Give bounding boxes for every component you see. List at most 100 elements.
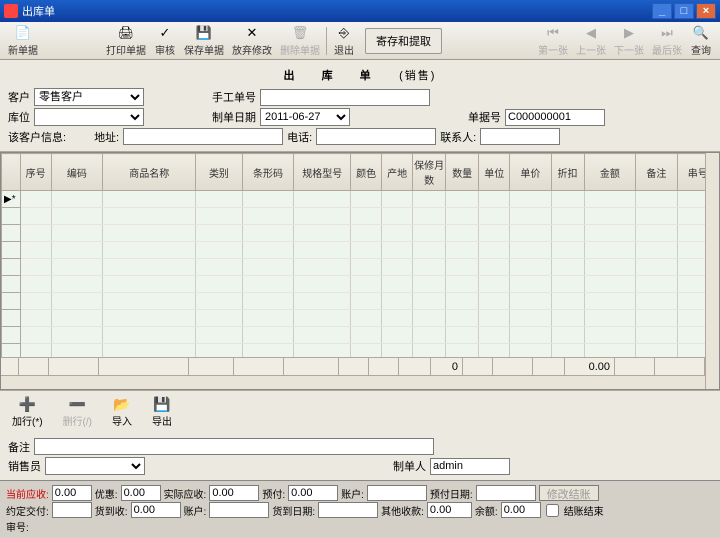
prepaydate-label: 预付日期: [430,486,473,501]
disc-label: 优惠: [95,486,118,501]
date-input[interactable]: 2011-06-27 [260,108,350,126]
other-input[interactable] [427,502,472,518]
plus-icon: ➕ [19,396,36,413]
recv-input[interactable] [131,502,181,518]
print-button[interactable]: 🖨打印单据 [102,23,150,59]
del-row-button[interactable]: ➖删行(/) [57,394,98,430]
next-button[interactable]: ▶下一张 [610,23,648,59]
bal-input[interactable] [501,502,541,518]
first-icon: ⏮ [545,25,561,41]
settle-label: 结账结束 [564,503,604,518]
settle-checkbox[interactable] [546,504,559,517]
add-row-button[interactable]: ➕加行(*) [6,394,49,430]
bal-label: 余额: [475,503,498,518]
sum-qty: 0 [431,358,463,375]
h-scrollbar[interactable] [1,375,705,389]
window-title: 出库单 [22,3,55,19]
warehouse-select[interactable] [34,108,144,126]
modify-settle-button[interactable]: 修改结账 [539,485,599,501]
delete-icon: 🗑 [292,25,308,41]
contact-input[interactable] [480,128,560,145]
table-row[interactable] [2,327,719,344]
addr-input[interactable] [123,128,283,145]
grid-summary: 0 0.00 [1,357,705,375]
minimize-button[interactable]: _ [652,3,672,19]
curr-input[interactable] [52,485,92,501]
prev-icon: ◀ [583,25,599,41]
sales-label: 销售员 [8,458,41,474]
disk-icon: 💾 [153,396,170,413]
delete-button[interactable]: 🗑删除单据 [276,23,324,59]
export-button[interactable]: 💾导出 [146,394,178,430]
audit-button[interactable]: ✓审核 [150,23,180,59]
last-icon: ⏭ [659,25,675,41]
last-button[interactable]: ⏭最后张 [648,23,686,59]
tel-input[interactable] [316,128,436,145]
docno-input[interactable] [505,109,605,126]
save-button[interactable]: 💾保存单据 [180,23,228,59]
close-button[interactable]: × [696,3,716,19]
data-grid[interactable]: 序号编码商品名称类别条形码规格型号颜色产地保修月数数量单位单价折扣金额备注串号 … [0,152,720,390]
table-row[interactable] [2,259,719,276]
footer: 当前应收: 优惠: 实际应收: 预付: 账户: 预付日期: 修改结账 约定交付:… [0,480,720,538]
table-row[interactable] [2,242,719,259]
import-button[interactable]: 📂导入 [106,394,138,430]
exit-icon: ⎆ [336,25,352,41]
table-row[interactable] [2,310,719,327]
acct-input[interactable] [367,485,427,501]
manualno-input[interactable] [260,89,430,106]
acct-label: 账户: [341,486,364,501]
agree-input[interactable] [52,502,92,518]
form-header: 出 库 单 (销售) 客户 零售客户 手工单号 库位 制单日期 2011-06-… [0,60,720,152]
maker-input[interactable] [430,458,510,475]
save-fetch-button[interactable]: 寄存和提取 [365,28,442,54]
curr-label: 当前应收: [6,486,49,501]
manualno-label: 手工单号 [212,89,256,105]
main-toolbar: 📄新单据 🖨打印单据 ✓审核 💾保存单据 ✕放弃修改 🗑删除单据 ⎆退出 寄存和… [0,22,720,60]
table-row[interactable] [2,225,719,242]
actual-input[interactable] [209,485,259,501]
prepaydate-input[interactable] [476,485,536,501]
table-row[interactable] [2,208,719,225]
warehouse-label: 库位 [8,109,30,125]
discard-button[interactable]: ✕放弃修改 [228,23,276,59]
prepay-label: 预付: [262,486,285,501]
app-icon [4,4,18,18]
table-row[interactable] [2,293,719,310]
v-scrollbar[interactable] [705,153,719,389]
search-button[interactable]: 🔍查询 [686,23,716,59]
next-icon: ▶ [621,25,637,41]
save-icon: 💾 [196,25,212,41]
new-icon: 📄 [15,25,31,41]
actual-label: 实际应收: [164,486,207,501]
customer-select[interactable]: 零售客户 [34,88,144,106]
agree-label: 约定交付: [6,503,49,518]
first-button[interactable]: ⏮第一张 [534,23,572,59]
table-row[interactable] [2,276,719,293]
recvdate-input[interactable] [318,502,378,518]
acct2-input[interactable] [209,502,269,518]
maximize-button[interactable]: □ [674,3,694,19]
remark-input[interactable] [34,438,434,455]
disc-input[interactable] [121,485,161,501]
addr-label: 地址: [94,129,119,145]
grid-header: 序号编码商品名称类别条形码规格型号颜色产地保修月数数量单位单价折扣金额备注串号 [2,154,719,191]
other-label: 其他收款: [381,503,424,518]
table-row[interactable]: ▶* [2,191,719,208]
custinfo-label: 该客户信息: [8,129,66,145]
sales-select[interactable] [45,457,145,475]
tel-label: 电话: [287,129,312,145]
titlebar: 出库单 _ □ × [0,0,720,22]
prepay-input[interactable] [288,485,338,501]
exit-button[interactable]: ⎆退出 [329,23,359,59]
row-toolbar: ➕加行(*) ➖删行(/) 📂导入 💾导出 [0,390,720,433]
auditno-label: 审号: [6,519,29,534]
docno-label: 单据号 [468,109,501,125]
doc-title: 出 库 单 (销售) [8,64,712,86]
acct2-label: 账户: [184,503,207,518]
sum-amount: 0.00 [565,358,615,375]
prev-button[interactable]: ◀上一张 [572,23,610,59]
cancel-icon: ✕ [244,25,260,41]
recvdate-label: 货到日期: [272,503,315,518]
new-doc-button[interactable]: 📄新单据 [4,23,42,59]
